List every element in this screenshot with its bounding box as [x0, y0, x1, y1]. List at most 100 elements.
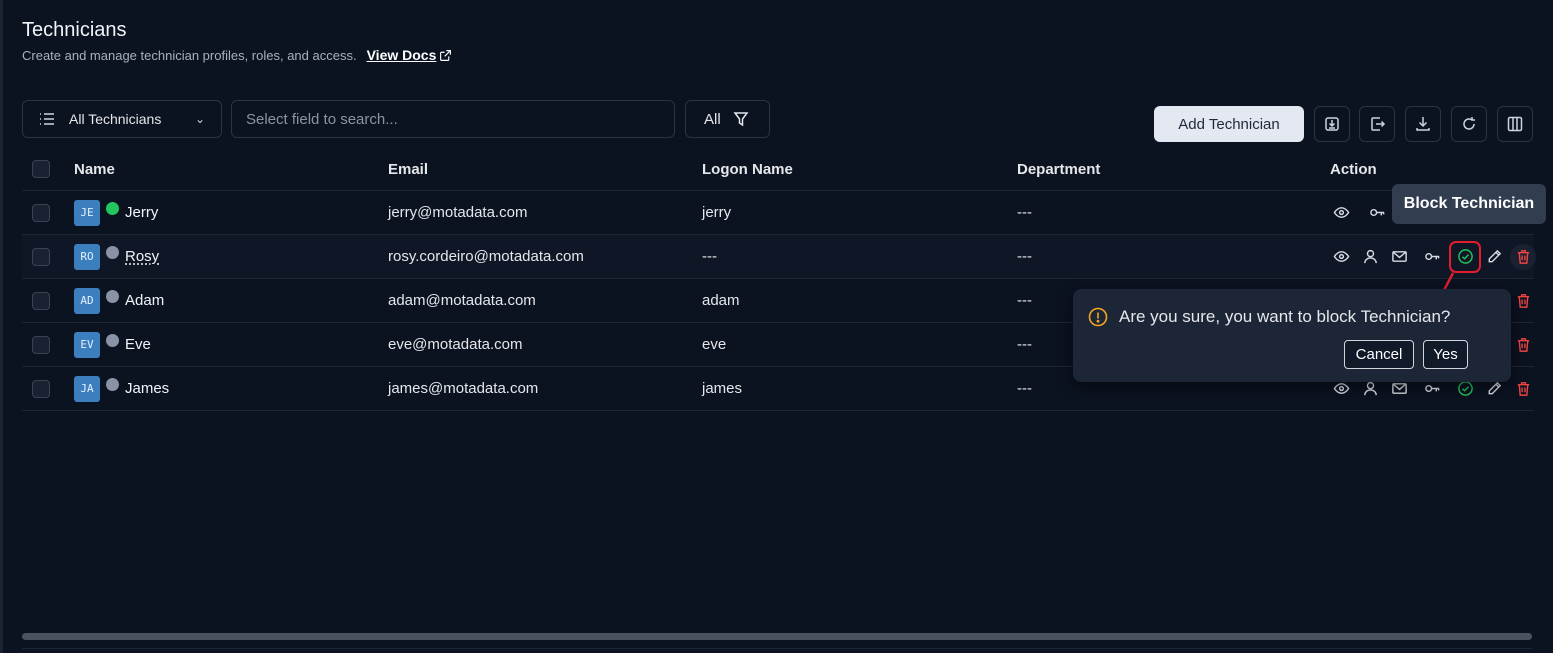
technician-name[interactable]: Jerry [125, 204, 158, 221]
table-header: Name Email Logon Name Department Action [22, 148, 1534, 191]
block-technician-icon[interactable] [1449, 240, 1481, 273]
download-icon [1416, 117, 1430, 131]
technician-name[interactable]: James [125, 380, 169, 397]
department-cell: --- [1017, 380, 1032, 397]
cancel-button[interactable]: Cancel [1344, 340, 1414, 369]
columns-button[interactable] [1497, 106, 1533, 142]
name-cell: EV Eve [74, 323, 151, 366]
department-cell: --- [1017, 292, 1032, 309]
view-icon[interactable] [1330, 246, 1352, 268]
filter-icon [733, 112, 749, 127]
row-checkbox[interactable] [32, 291, 50, 310]
confirm-yes-button[interactable]: Yes [1423, 340, 1468, 369]
avatar: JE [74, 199, 100, 226]
columns-icon [1507, 116, 1523, 132]
row-checkbox-cell [32, 367, 50, 410]
filter-label: All [704, 110, 721, 128]
delete-icon[interactable] [1510, 243, 1536, 270]
department-cell: --- [1017, 336, 1032, 353]
logon-cell: adam [702, 292, 740, 309]
avatar: RO [74, 243, 100, 270]
warning-icon [1088, 307, 1108, 327]
row-checkbox-cell [32, 279, 50, 322]
refresh-icon [1463, 117, 1475, 130]
row-checkbox[interactable] [32, 247, 50, 266]
row-checkbox[interactable] [32, 335, 50, 354]
technician-name[interactable]: Eve [125, 336, 151, 353]
search-input[interactable] [231, 100, 675, 138]
left-edge [0, 0, 3, 653]
block-technician-tooltip: Block Technician [1392, 184, 1546, 224]
delete-icon[interactable] [1512, 290, 1534, 312]
technician-name[interactable]: Rosy [125, 248, 159, 265]
page-title: Technicians [22, 19, 127, 41]
table-row: JE Jerry jerry@motadata.com jerry --- [22, 191, 1534, 235]
technician-name[interactable]: Adam [125, 292, 164, 309]
edit-icon[interactable] [1483, 246, 1505, 268]
row-checkbox-cell [32, 191, 50, 234]
row-checkbox[interactable] [32, 203, 50, 222]
import-button[interactable] [1314, 106, 1350, 142]
logon-cell: jerry [702, 204, 732, 221]
export-button[interactable] [1359, 106, 1395, 142]
list-icon [40, 113, 54, 125]
subtitle-text: Create and manage technician profiles, r… [22, 47, 357, 63]
column-header-email[interactable]: Email [388, 148, 428, 190]
name-cell: JE Jerry [74, 191, 158, 234]
block-confirm-popover: Are you sure, you want to block Technici… [1073, 289, 1511, 382]
add-technician-button[interactable]: Add Technician [1154, 106, 1304, 142]
row-checkbox-cell [32, 323, 50, 366]
logon-cell: james [702, 380, 743, 397]
view-icon[interactable] [1330, 202, 1352, 224]
chevron-down-icon: ⌄ [194, 112, 205, 126]
table-row: RO Rosy rosy.cordeiro@motadata.com --- -… [22, 235, 1536, 279]
confirm-message: Are you sure, you want to block Technici… [1119, 307, 1451, 326]
external-link-icon [440, 49, 452, 61]
view-selector-label: All Technicians [69, 111, 162, 127]
row-checkbox[interactable] [32, 379, 50, 398]
column-header-name[interactable]: Name [74, 148, 115, 190]
avatar: JA [74, 375, 100, 402]
delete-icon[interactable] [1512, 334, 1534, 356]
status-dot [106, 202, 119, 215]
bottom-divider [22, 648, 1532, 649]
export-icon [1371, 117, 1386, 131]
avatar: AD [74, 287, 100, 314]
select-all-cell [32, 148, 50, 190]
horizontal-scrollbar[interactable] [22, 633, 1532, 640]
status-dot [106, 378, 119, 391]
logon-cell: eve [702, 336, 727, 353]
download-button[interactable] [1405, 106, 1441, 142]
column-header-logon[interactable]: Logon Name [702, 148, 793, 190]
view-docs-label: View Docs [366, 47, 437, 63]
avatar: EV [74, 331, 100, 358]
email-cell: jerry@motadata.com [388, 204, 528, 221]
key-icon[interactable] [1366, 202, 1388, 224]
status-dot [106, 290, 119, 303]
department-cell: --- [1017, 204, 1032, 221]
view-selector[interactable]: All Technicians ⌄ [22, 100, 222, 138]
view-docs-link[interactable]: View Docs [367, 47, 453, 63]
logon-cell: --- [702, 248, 717, 265]
department-cell: --- [1017, 248, 1032, 265]
delete-icon[interactable] [1512, 378, 1534, 400]
status-dot [106, 246, 119, 259]
refresh-button[interactable] [1451, 106, 1487, 142]
status-dot [106, 334, 119, 347]
name-cell: RO Rosy [74, 235, 159, 278]
column-header-action: Action [1330, 160, 1377, 178]
column-header-department[interactable]: Department [1017, 148, 1100, 190]
import-icon [1325, 117, 1339, 131]
email-cell: james@motadata.com [388, 380, 539, 397]
key-icon[interactable] [1421, 246, 1443, 268]
filter-button[interactable]: All [685, 100, 770, 138]
user-icon[interactable] [1359, 246, 1381, 268]
mail-icon[interactable] [1388, 246, 1410, 268]
email-cell: adam@motadata.com [388, 292, 536, 309]
row-checkbox-cell [32, 235, 50, 278]
name-cell: JA James [74, 367, 169, 410]
select-all-checkbox[interactable] [32, 160, 50, 178]
name-cell: AD Adam [74, 279, 164, 322]
email-cell: eve@motadata.com [388, 336, 523, 353]
page-subtitle: Create and manage technician profiles, r… [22, 47, 452, 63]
